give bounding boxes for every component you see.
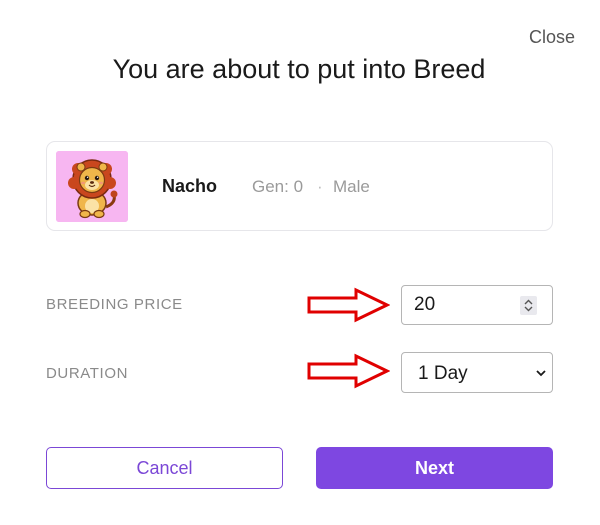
duration-select[interactable]: 1 Day: [401, 352, 553, 393]
number-stepper[interactable]: [520, 296, 537, 315]
pet-name: Nacho: [162, 176, 218, 196]
next-button[interactable]: Next: [316, 447, 553, 489]
stepper-arrows-icon: [524, 299, 533, 312]
pet-generation: Gen: 0: [252, 177, 304, 196]
breeding-price-label: BREEDING PRICE: [46, 296, 183, 313]
dialog-title: You are about to put into Breed: [112, 54, 486, 84]
meta-separator: ·: [317, 177, 323, 196]
cancel-button[interactable]: Cancel: [46, 447, 283, 489]
duration-label: DURATION: [46, 365, 129, 382]
pet-card: Nacho Gen: 0 · Male: [46, 141, 553, 231]
lion-cub-icon: [56, 151, 128, 222]
breeding-price-input[interactable]: [414, 294, 514, 316]
chevron-down-icon: [536, 370, 546, 377]
pet-gender: Male: [333, 177, 370, 196]
red-arrow-right-icon: [307, 287, 390, 323]
breeding-price-field[interactable]: [401, 285, 553, 325]
pet-avatar: [56, 151, 128, 222]
duration-selected-value: 1 Day: [418, 363, 468, 384]
red-arrow-right-icon: [307, 353, 390, 389]
close-link[interactable]: Close: [529, 26, 575, 48]
